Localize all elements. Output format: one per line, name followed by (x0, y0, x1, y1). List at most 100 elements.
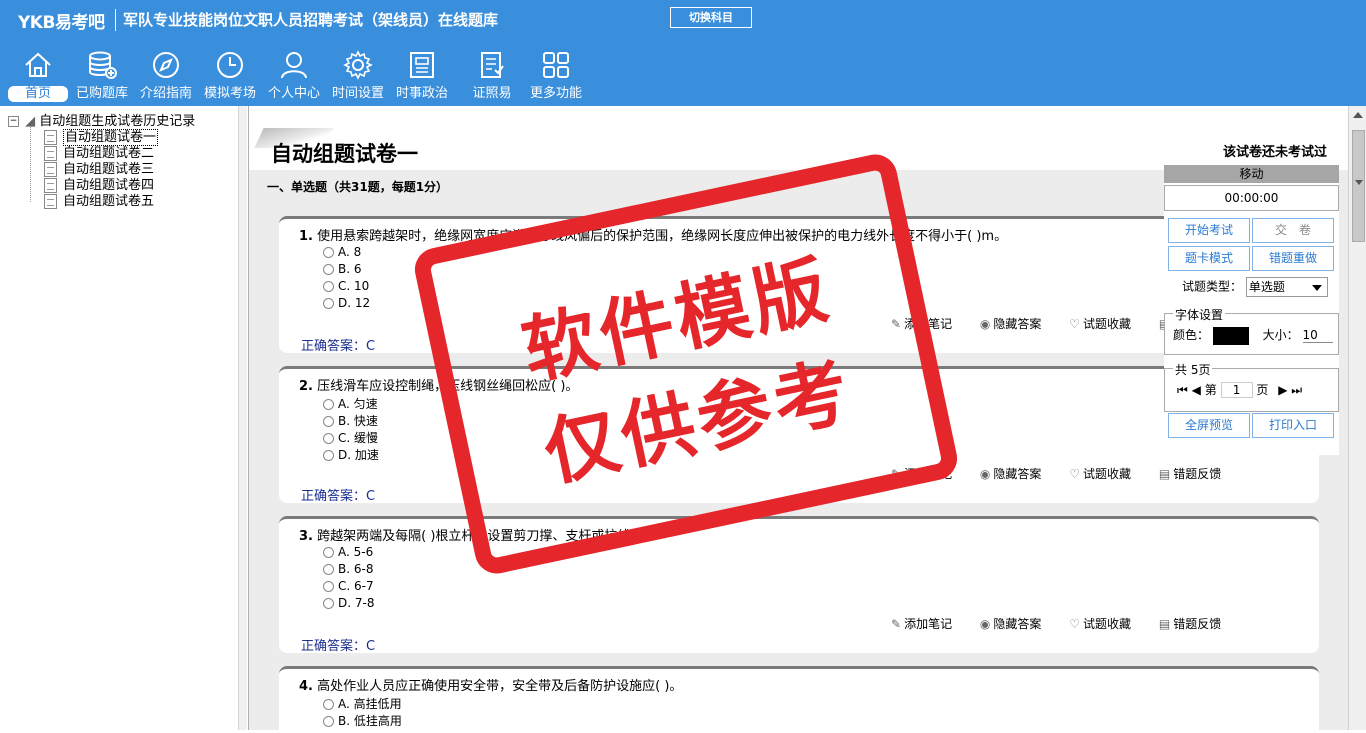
option-b[interactable]: B. 低挂高用 (323, 712, 402, 729)
nav-label: 首页 (8, 86, 68, 102)
collapse-icon[interactable]: − (8, 116, 19, 127)
page-suffix: 页 (1256, 383, 1269, 397)
eye-icon: ◉ (979, 467, 991, 481)
radio-icon[interactable] (323, 699, 334, 710)
left-splitter[interactable] (238, 106, 247, 730)
scroll-thumb[interactable] (1352, 130, 1365, 242)
font-color-picker[interactable] (1212, 326, 1249, 345)
radio-icon[interactable] (323, 598, 334, 609)
radio-icon[interactable] (323, 416, 334, 427)
radio-icon[interactable] (323, 264, 334, 275)
app-header: YKB易考吧 军队专业技能岗位文职人员招聘考试（架线员）在线题库 切换科目 首页… (0, 0, 1366, 106)
pencil-icon: ✎ (891, 617, 902, 631)
pagination-legend: 共 5页 (1173, 361, 1213, 378)
panel-move-handle[interactable]: 移动 (1164, 165, 1339, 183)
favorite-button[interactable]: ♡ 试题收藏 (1069, 615, 1143, 632)
tree-item-paper-5[interactable]: 自动组题试卷五 (44, 190, 154, 209)
option-label: A. 5-6 (338, 545, 374, 559)
option-b[interactable]: B. 6 (323, 262, 362, 276)
question-number: 2. (299, 379, 313, 394)
add-note-button[interactable]: ✎ 添加笔记 (891, 615, 964, 632)
radio-icon[interactable] (323, 433, 334, 444)
page-number-input[interactable]: 1 (1220, 382, 1253, 398)
card-mode-button[interactable]: 题卡模式 (1168, 246, 1250, 271)
scroll-up-icon[interactable] (1353, 112, 1363, 118)
eye-icon: ◉ (979, 617, 991, 631)
action-label: 试题收藏 (1083, 617, 1132, 631)
favorite-button[interactable]: ♡ 试题收藏 (1069, 465, 1143, 482)
answer-label: 正确答案： (301, 489, 367, 504)
nav-guide[interactable]: 介绍指南 (134, 46, 198, 104)
option-c[interactable]: C. 6-7 (323, 579, 374, 593)
next-page-icon[interactable]: ▶ (1278, 383, 1287, 397)
radio-icon[interactable] (323, 450, 334, 461)
color-label: 颜色： (1173, 328, 1210, 342)
document-icon (44, 194, 57, 209)
last-page-icon[interactable]: ⏭ (1291, 383, 1302, 397)
favorite-button[interactable]: ♡ 试题收藏 (1069, 315, 1143, 332)
option-d[interactable]: D. 7-8 (323, 596, 374, 610)
scroll-down-icon[interactable] (1355, 180, 1363, 185)
exam-timer: 00:00:00 (1164, 185, 1339, 211)
option-c[interactable]: C. 10 (323, 279, 369, 293)
first-page-icon[interactable]: ⏮ (1177, 383, 1188, 397)
nav-purchased[interactable]: 已购题库 (70, 46, 134, 104)
action-label: 隐藏答案 (993, 617, 1042, 631)
option-b[interactable]: B. 快速 (323, 412, 378, 429)
radio-icon[interactable] (323, 247, 334, 258)
option-label: B. 6 (338, 262, 362, 276)
submit-paper-button[interactable]: 交 卷 (1252, 218, 1334, 243)
nav-home[interactable]: 首页 (6, 46, 70, 104)
nav-more[interactable]: 更多功能 (524, 46, 588, 104)
radio-icon[interactable] (323, 581, 334, 592)
history-tree-panel: − ◢ 自动组题生成试卷历史记录 自动组题试卷一 自动组题试卷二 自动组题试卷三… (0, 106, 245, 730)
correct-answer: 正确答案：C (301, 635, 375, 654)
hide-answer-button[interactable]: ◉ 隐藏答案 (980, 315, 1054, 332)
nav-mock-exam[interactable]: 模拟考场 (198, 46, 262, 104)
switch-subject-button[interactable]: 切换科目 (670, 7, 752, 28)
action-label: 隐藏答案 (993, 317, 1042, 331)
radio-icon[interactable] (323, 547, 334, 558)
nav-certificate[interactable]: 证照易 (460, 46, 524, 104)
start-exam-button[interactable]: 开始考试 (1168, 218, 1250, 243)
option-c[interactable]: C. 缓慢 (323, 429, 378, 446)
font-size-input[interactable]: 10 (1302, 328, 1333, 343)
print-button[interactable]: 打印入口 (1252, 413, 1334, 438)
option-a[interactable]: A. 高挂低用 (323, 695, 402, 712)
radio-icon[interactable] (323, 281, 334, 292)
option-label: B. 6-8 (338, 562, 374, 576)
option-b[interactable]: B. 6-8 (323, 562, 373, 576)
option-d[interactable]: D. 12 (323, 296, 370, 310)
option-label: A. 8 (338, 245, 362, 259)
pagination-row: ⏮ ◀ 第 1 页 ▶ ⏭ (1177, 381, 1302, 398)
report-icon: ▤ (1158, 617, 1171, 631)
tree-connector (30, 122, 31, 202)
main-scrollbar[interactable] (1348, 106, 1366, 730)
radio-icon[interactable] (323, 564, 334, 575)
hide-answer-button[interactable]: ◉ 隐藏答案 (980, 465, 1054, 482)
option-d[interactable]: D. 加速 (323, 446, 379, 463)
radio-icon[interactable] (323, 298, 334, 309)
radio-icon[interactable] (323, 399, 334, 410)
app-logo: YKB易考吧 (18, 13, 105, 33)
report-error-button[interactable]: ▤错题反馈 (1159, 465, 1233, 482)
size-label: 大小： (1262, 328, 1299, 342)
nav-time-settings[interactable]: 时间设置 (326, 46, 390, 104)
question-card: 3. 跨越架两端及每隔( )根立杆应设置剪刀撑、支杆或拉线。 A. 5-6 B.… (279, 516, 1319, 654)
question-type-row: 试题类型： 单选题 (1182, 277, 1328, 297)
report-error-button[interactable]: ▤错题反馈 (1159, 615, 1233, 632)
prev-page-icon[interactable]: ◀ (1192, 383, 1201, 397)
nav-politics[interactable]: 时事政治 (390, 46, 454, 104)
redo-wrong-button[interactable]: 错题重做 (1252, 246, 1334, 271)
question-type-select[interactable]: 单选题 (1245, 277, 1328, 297)
paper-title: 自动组题试卷一 (271, 141, 418, 166)
font-settings-group: 字体设置 颜色： 大小： 10 (1164, 306, 1339, 355)
option-a[interactable]: A. 匀速 (323, 395, 378, 412)
fullscreen-preview-button[interactable]: 全屏预览 (1168, 413, 1250, 438)
hide-answer-button[interactable]: ◉ 隐藏答案 (980, 615, 1054, 632)
option-a[interactable]: A. 5-6 (323, 545, 373, 559)
nav-profile[interactable]: 个人中心 (262, 46, 326, 104)
radio-icon[interactable] (323, 716, 334, 727)
option-a[interactable]: A. 8 (323, 245, 361, 259)
option-label: C. 缓慢 (338, 431, 379, 445)
